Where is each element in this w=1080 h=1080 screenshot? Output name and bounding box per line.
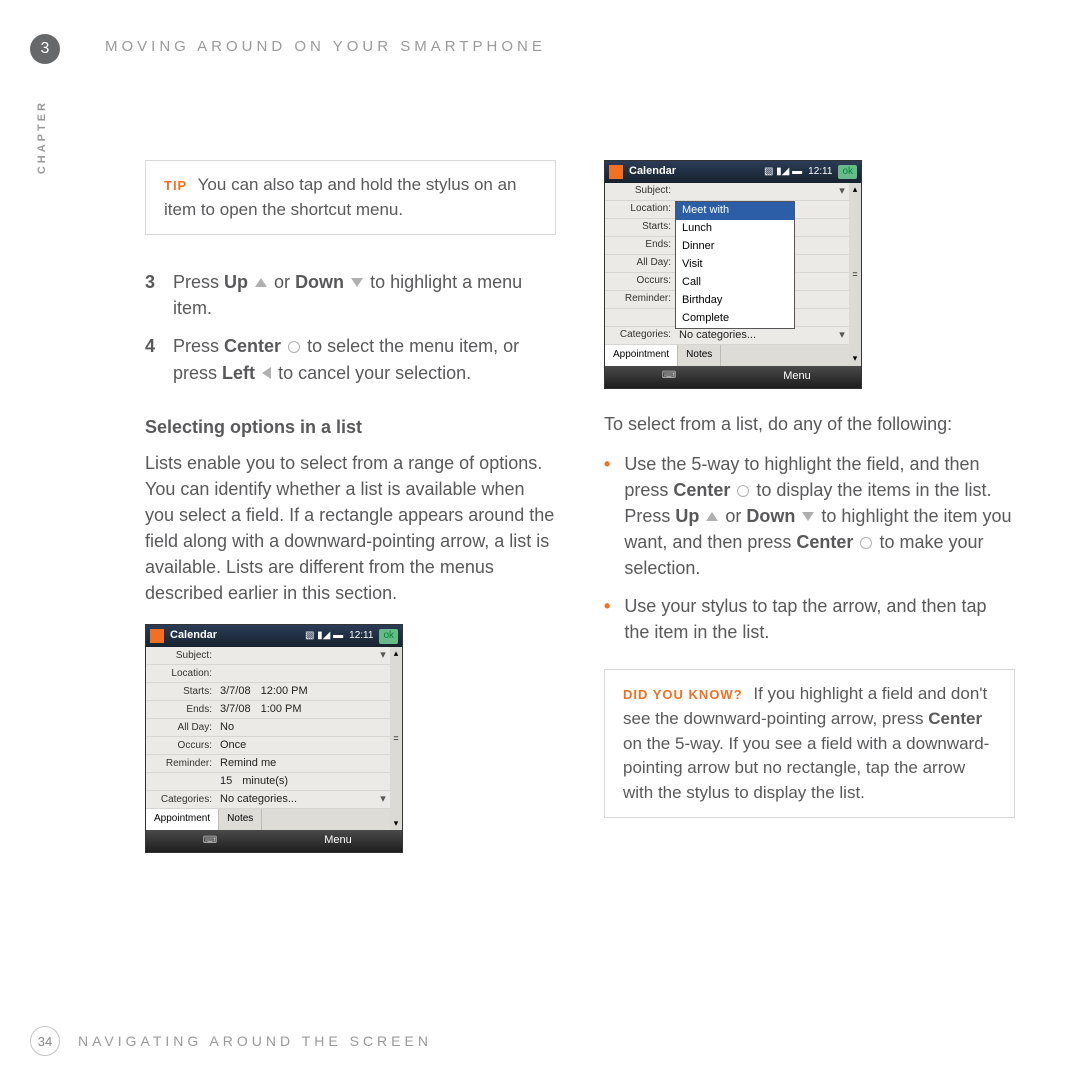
tab-notes[interactable]: Notes: [219, 809, 262, 830]
key-center: Center: [673, 480, 730, 500]
occurs-field[interactable]: Once: [216, 738, 390, 754]
tab-appointment[interactable]: Appointment: [605, 345, 678, 366]
down-icon: [351, 278, 363, 287]
option-list: • Use the 5-way to highlight the field, …: [604, 451, 1015, 646]
key-center: Center: [796, 532, 853, 552]
running-header: MOVING AROUND ON YOUR SMARTPHONE: [105, 38, 546, 55]
menu-softkey[interactable]: Menu: [274, 833, 402, 849]
categories-field[interactable]: No categories...: [216, 792, 376, 808]
menu-softkey[interactable]: Menu: [733, 369, 861, 385]
tip-text: You can also tap and hold the stylus on …: [164, 175, 517, 219]
step-number: 3: [145, 269, 161, 321]
list-item[interactable]: Lunch: [676, 220, 794, 238]
clock: 12:11: [349, 629, 373, 644]
key-down: Down: [746, 506, 795, 526]
step-number: 4: [145, 333, 161, 385]
chevron-down-icon[interactable]: ▾: [376, 792, 390, 808]
page-footer: 34 NAVIGATING AROUND THE SCREEN: [30, 1026, 432, 1056]
ends-field[interactable]: 3/7/081:00 PM: [216, 702, 390, 718]
step-3: 3 Press Up or Down to highlight a menu i…: [145, 269, 556, 321]
key-up: Up: [675, 506, 699, 526]
left-column: TIP You can also tap and hold the stylus…: [145, 160, 556, 853]
key-up: Up: [224, 272, 248, 292]
tip-callout: TIP You can also tap and hold the stylus…: [145, 160, 556, 235]
list-item[interactable]: Call: [676, 274, 794, 292]
step-4: 4 Press Center to select the menu item, …: [145, 333, 556, 385]
app-title: Calendar: [170, 628, 217, 644]
chevron-down-icon[interactable]: ▾: [376, 648, 390, 664]
keyboard-icon[interactable]: ⌨: [146, 834, 274, 849]
center-icon: [288, 341, 300, 353]
signal-icon: ▧ ▮◢ ▬: [764, 165, 802, 180]
chevron-down-icon[interactable]: ▾: [835, 184, 849, 200]
chapter-side-label: CHAPTER: [36, 100, 48, 174]
ok-button[interactable]: ok: [838, 165, 857, 180]
calendar-screenshot-2: Calendar ▧ ▮◢ ▬ 12:11 ok Subject:▾ Locat…: [604, 160, 862, 389]
footer-text: NAVIGATING AROUND THE SCREEN: [78, 1033, 432, 1049]
bullet-icon: •: [604, 593, 610, 645]
categories-field[interactable]: No categories...: [675, 328, 835, 344]
list-item[interactable]: Dinner: [676, 238, 794, 256]
tab-appointment[interactable]: Appointment: [146, 809, 219, 830]
right-intro: To select from a list, do any of the fol…: [604, 411, 1015, 437]
tab-notes[interactable]: Notes: [678, 345, 721, 366]
section-heading: Selecting options in a list: [145, 414, 556, 440]
center-icon: [860, 537, 872, 549]
reminder-time-field[interactable]: 15minute(s): [216, 774, 390, 790]
start-icon: [150, 629, 164, 643]
scrollbar[interactable]: ▴=▾: [849, 183, 861, 366]
list-item[interactable]: Complete: [676, 310, 794, 328]
keyboard-icon[interactable]: ⌨: [605, 369, 733, 384]
down-icon: [802, 512, 814, 521]
ok-button[interactable]: ok: [379, 629, 398, 644]
tip-label: TIP: [164, 178, 187, 193]
did-you-know-callout: DID YOU KNOW? If you highlight a field a…: [604, 669, 1015, 818]
page-number: 34: [30, 1026, 60, 1056]
key-center: Center: [928, 709, 982, 728]
start-icon: [609, 165, 623, 179]
scrollbar[interactable]: ▴=▾: [390, 647, 402, 830]
center-icon: [737, 485, 749, 497]
left-icon: [262, 367, 271, 379]
reminder-field[interactable]: Remind me: [216, 756, 390, 772]
clock: 12:11: [808, 165, 832, 180]
up-icon: [255, 278, 267, 287]
list-item[interactable]: Meet with: [676, 202, 794, 220]
key-down: Down: [295, 272, 344, 292]
allday-field[interactable]: No: [216, 720, 390, 736]
list-item[interactable]: Visit: [676, 256, 794, 274]
bullet-icon: •: [604, 451, 610, 581]
app-title: Calendar: [629, 164, 676, 180]
up-icon: [706, 512, 718, 521]
list-paragraph: Lists enable you to select from a range …: [145, 450, 556, 607]
subject-dropdown[interactable]: Meet with Lunch Dinner Visit Call Birthd…: [675, 201, 795, 329]
starts-field[interactable]: 3/7/0812:00 PM: [216, 684, 390, 700]
right-column: Calendar ▧ ▮◢ ▬ 12:11 ok Subject:▾ Locat…: [604, 160, 1015, 853]
calendar-screenshot-1: Calendar ▧ ▮◢ ▬ 12:11 ok Subject:▾ Locat…: [145, 624, 403, 853]
list-item[interactable]: Birthday: [676, 292, 794, 310]
chapter-number-badge: 3: [30, 34, 60, 64]
key-center: Center: [224, 336, 281, 356]
dyk-label: DID YOU KNOW?: [623, 687, 743, 702]
chevron-down-icon[interactable]: ▾: [835, 328, 849, 344]
key-left: Left: [222, 363, 255, 383]
signal-icon: ▧ ▮◢ ▬: [305, 629, 343, 644]
